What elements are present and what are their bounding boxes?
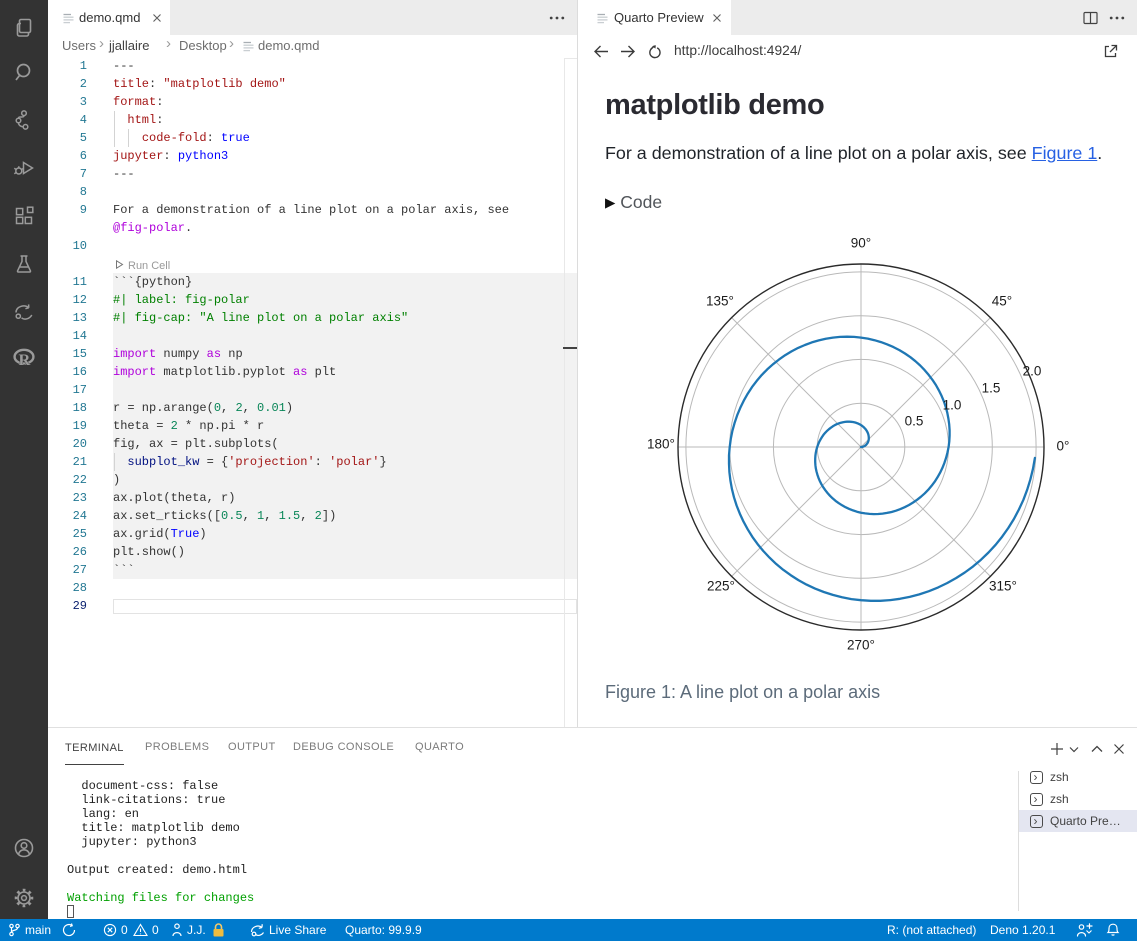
- svg-text:45°: 45°: [992, 294, 1012, 309]
- svg-text:90°: 90°: [851, 236, 871, 251]
- svg-text:315°: 315°: [989, 579, 1017, 594]
- svg-text:1.0: 1.0: [943, 398, 962, 413]
- svg-text:225°: 225°: [707, 579, 735, 594]
- svg-text:1.5: 1.5: [982, 381, 1001, 396]
- svg-text:2.0: 2.0: [1023, 364, 1042, 379]
- svg-text:270°: 270°: [847, 638, 875, 653]
- svg-text:180°: 180°: [647, 437, 675, 452]
- svg-text:R: R: [19, 350, 31, 369]
- svg-text:0°: 0°: [1057, 439, 1070, 454]
- svg-text:0.5: 0.5: [905, 414, 924, 429]
- svg-text:135°: 135°: [706, 294, 734, 309]
